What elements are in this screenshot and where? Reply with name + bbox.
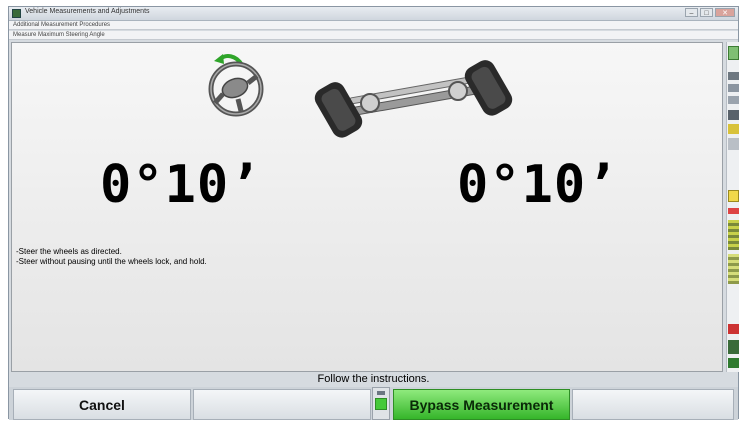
maximize-button[interactable]: □ — [700, 8, 713, 17]
close-button[interactable]: ✕ — [715, 8, 735, 17]
app-icon — [12, 9, 21, 18]
front-axle-icon — [314, 60, 513, 138]
indicator-grip — [377, 391, 385, 395]
left-steering-angle-reading: 0°10’ — [100, 155, 262, 215]
status-message: Follow the instructions. — [317, 373, 430, 385]
toolbar-print-icon[interactable] — [728, 124, 739, 134]
window-controls: – □ ✕ — [685, 8, 735, 17]
empty-function-button[interactable] — [193, 389, 371, 420]
bypass-measurement-button[interactable]: Bypass Measurement — [393, 389, 570, 420]
toolbar-sensor-icon[interactable] — [728, 110, 739, 120]
minimize-button[interactable]: – — [685, 8, 698, 17]
window-title: Vehicle Measurements and Adjustments — [25, 8, 150, 15]
empty-function-button-right[interactable] — [572, 389, 734, 420]
toolbar-tools-icon[interactable] — [728, 96, 739, 104]
toolbar-adjust-icon[interactable] — [728, 220, 739, 250]
right-steering-angle-reading: 0°10’ — [457, 155, 619, 215]
progress-indicator — [372, 387, 390, 420]
toolbar-measure-icon[interactable] — [728, 254, 739, 284]
toolbar-target-icon[interactable] — [728, 138, 739, 150]
toolbar-next-icon[interactable] — [728, 358, 739, 368]
toolbar-angle-icon[interactable] — [728, 190, 739, 202]
title-bar: Vehicle Measurements and Adjustments – □… — [9, 7, 738, 21]
toolbar-specs-icon[interactable] — [728, 84, 739, 92]
toolbar-camera-icon[interactable] — [728, 340, 739, 354]
cancel-button[interactable]: Cancel — [13, 389, 191, 420]
measurement-panel: 0°10’ 0°10’ -Steer the wheels as directe… — [11, 42, 723, 372]
instruction-line: -Steer without pausing until the wheels … — [16, 257, 207, 266]
instruction-line: -Steer the wheels as directed. — [16, 247, 122, 256]
app-window: Vehicle Measurements and Adjustments – □… — [8, 6, 739, 420]
function-button-bar: Cancel Bypass Measurement — [9, 387, 738, 420]
toolbar-vehicle-icon[interactable] — [728, 72, 739, 80]
right-toolbar — [726, 42, 739, 372]
toolbar-indicator-icon[interactable] — [728, 208, 739, 214]
steering-wheel-icon — [208, 61, 264, 117]
toolbar-help-icon[interactable] — [728, 46, 739, 60]
indicator-fill — [375, 398, 387, 410]
toolbar-alert-icon[interactable] — [728, 324, 739, 334]
breadcrumb-current: Measure Maximum Steering Angle — [9, 31, 738, 40]
breadcrumb-procedures: Additional Measurement Procedures — [9, 21, 738, 30]
